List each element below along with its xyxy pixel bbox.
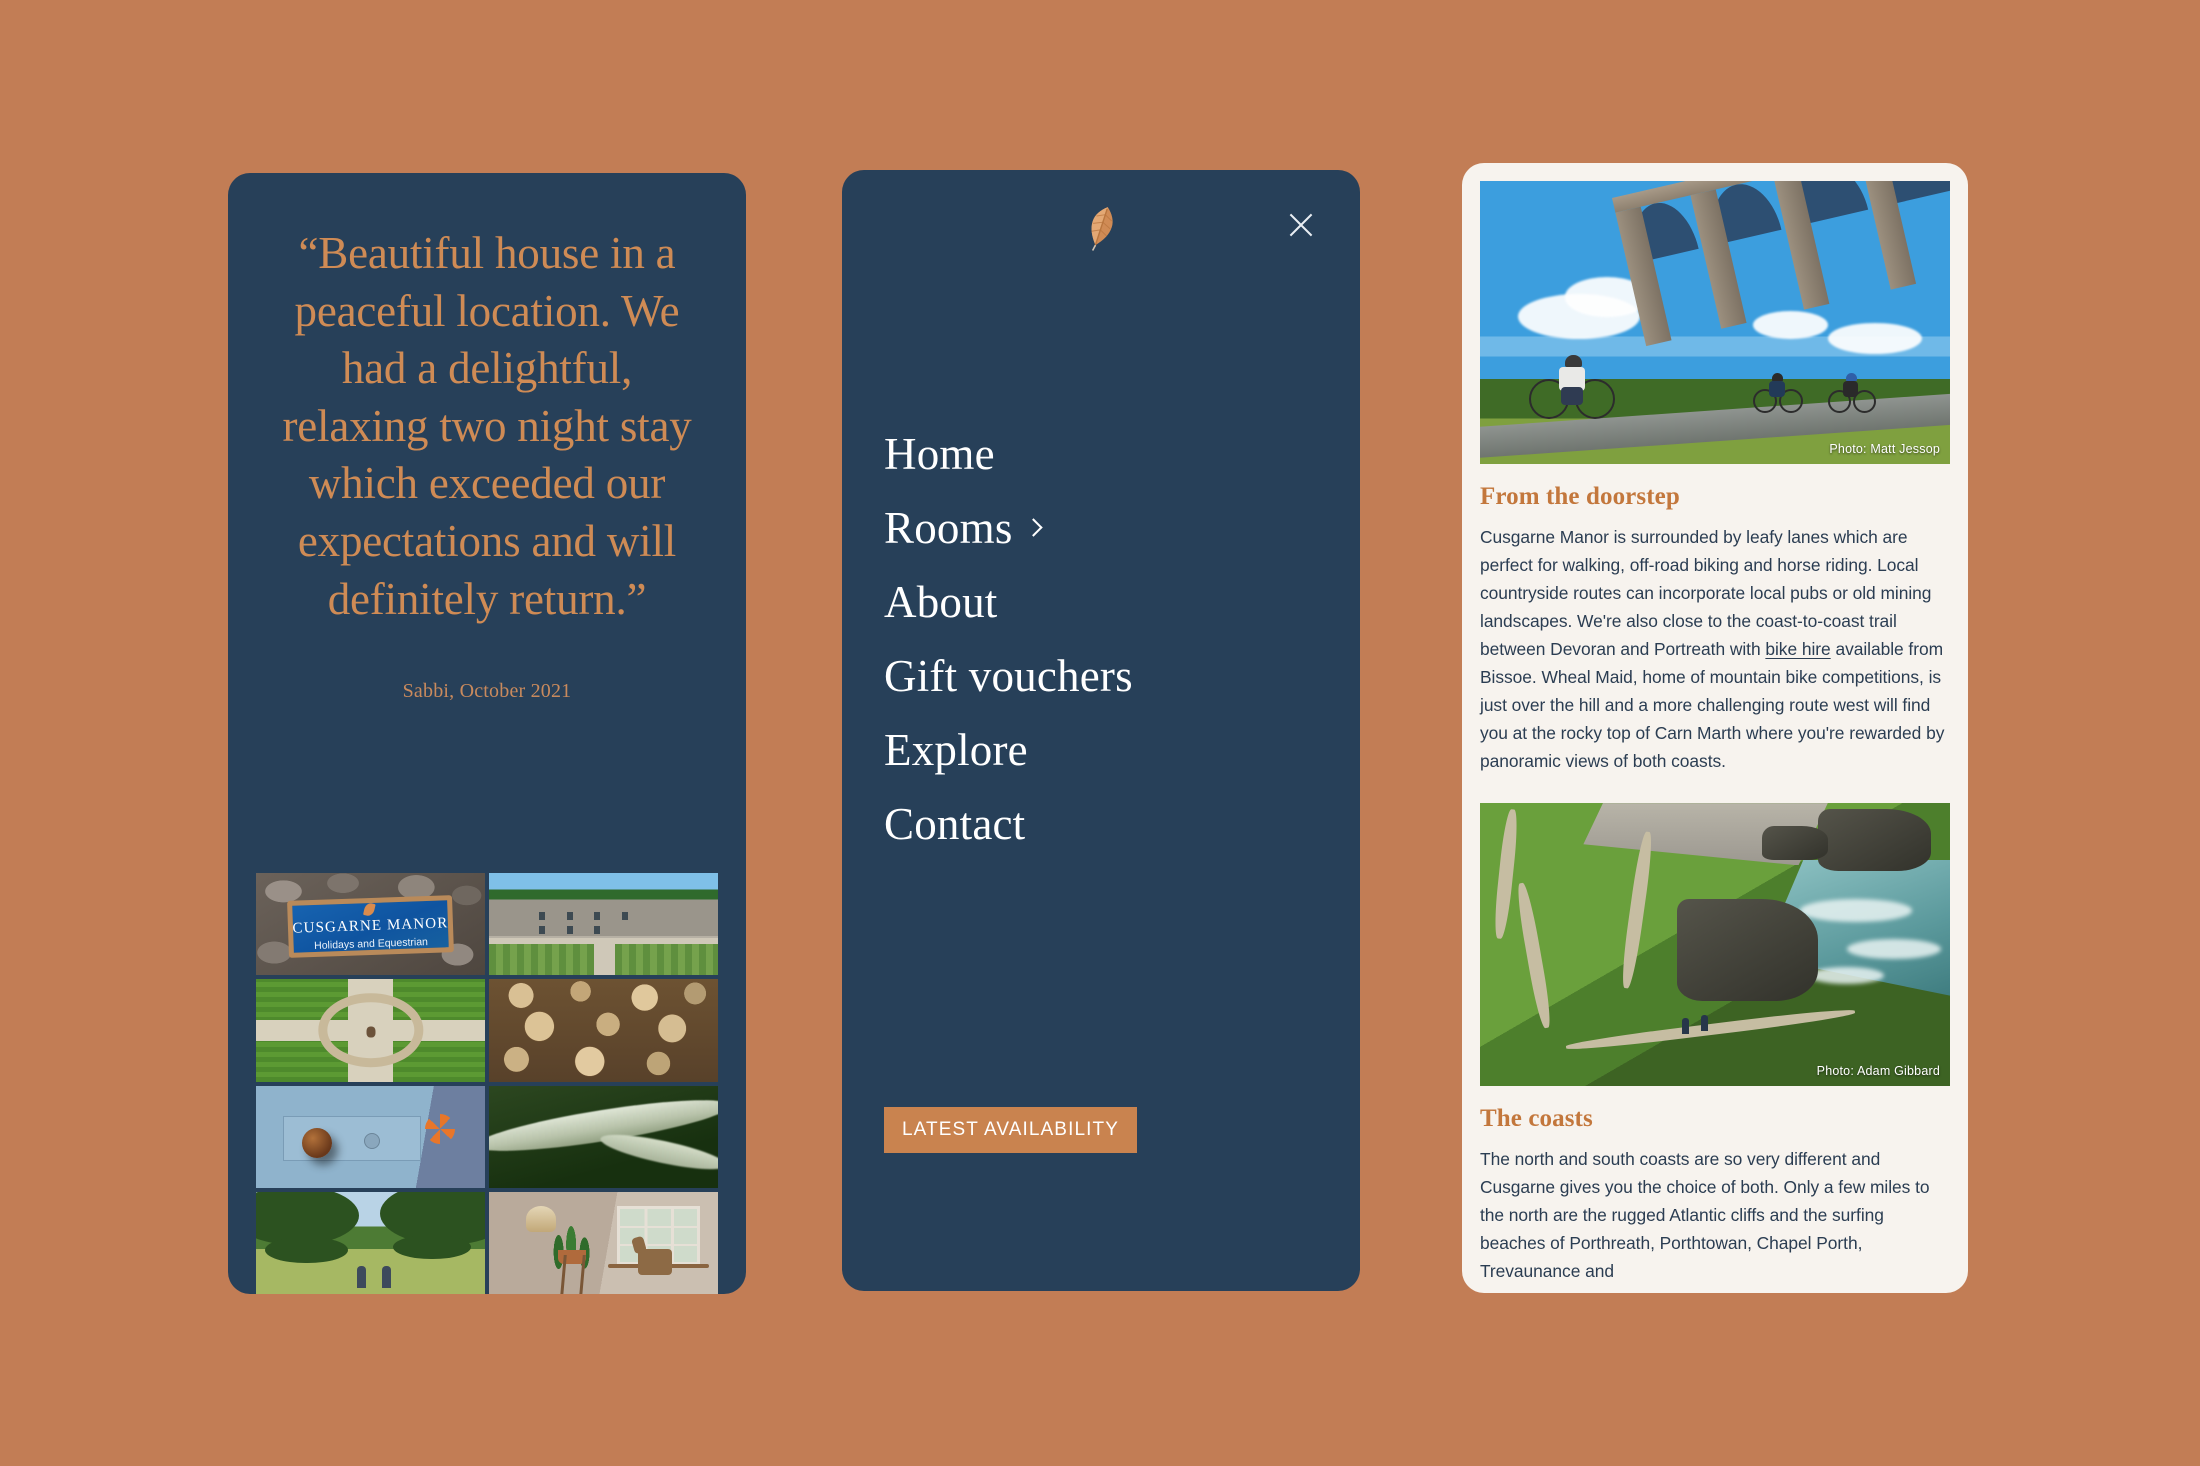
manor-sign-subtitle: Holidays and Equestrian bbox=[314, 935, 429, 952]
photo-coast-path[interactable]: Photo: Adam Gibbard bbox=[1480, 803, 1950, 1087]
cyclist-back bbox=[1827, 369, 1876, 414]
section-title-the-coasts: The coasts bbox=[1480, 1105, 1593, 1133]
collage-photo-lichen-branch[interactable] bbox=[489, 1085, 718, 1188]
flower-sticker-icon bbox=[425, 1114, 456, 1145]
collage-photo-manor-house[interactable] bbox=[489, 873, 718, 976]
menu-item-about[interactable]: About bbox=[884, 580, 1360, 625]
manor-sign-board: CUSGARNE MANOR Holidays and Equestrian bbox=[287, 894, 454, 958]
photo-credit: Photo: Adam Gibbard bbox=[1816, 1064, 1940, 1079]
horse-sculpture bbox=[638, 1249, 673, 1275]
testimonial-quote: “Beautiful house in a peaceful location.… bbox=[282, 228, 692, 624]
collage-photo-interior-window[interactable] bbox=[489, 1191, 718, 1294]
photo-viaduct-cyclists[interactable]: Photo: Matt Jessop bbox=[1480, 181, 1950, 464]
explore-content-panel[interactable]: Photo: Matt Jessop From the doorstep Cus… bbox=[1462, 163, 1968, 1293]
menu-item-label: About bbox=[884, 577, 998, 627]
section-body-the-coasts: The north and south coasts are so very d… bbox=[1480, 1149, 1930, 1282]
testimonial-attribution: Sabbi, October 2021 bbox=[402, 680, 572, 703]
close-icon[interactable] bbox=[1284, 208, 1318, 242]
oak-leaf-logo-icon[interactable] bbox=[1080, 202, 1122, 259]
menu-item-rooms[interactable]: Rooms bbox=[884, 506, 1360, 551]
collage-photo-aerial-path[interactable] bbox=[256, 979, 485, 1082]
photo-credit: Photo: Matt Jessop bbox=[1829, 442, 1940, 456]
menu-header bbox=[842, 170, 1360, 280]
hiker-figure bbox=[1682, 1018, 1690, 1035]
menu-list: Home Rooms About Gift vouchers Explore C… bbox=[842, 432, 1360, 847]
bike-hire-link[interactable]: bike hire bbox=[1765, 639, 1830, 659]
collage-photo-manor-sign[interactable]: CUSGARNE MANOR Holidays and Equestrian bbox=[256, 873, 485, 976]
cyclist-middle bbox=[1752, 369, 1803, 414]
navigation-menu-panel: Home Rooms About Gift vouchers Explore C… bbox=[842, 170, 1360, 1291]
collage-photo-meadow-walkers[interactable] bbox=[256, 1191, 485, 1294]
quote-block: “Beautiful house in a peaceful location.… bbox=[228, 173, 746, 703]
manor-sign-title: CUSGARNE MANOR bbox=[292, 915, 449, 937]
section-title-from-the-doorstep: From the doorstep bbox=[1480, 483, 1680, 510]
latest-availability-button[interactable]: LATEST AVAILABILITY bbox=[884, 1107, 1137, 1153]
menu-item-contact[interactable]: Contact bbox=[884, 802, 1360, 847]
menu-item-label: Explore bbox=[884, 725, 1028, 775]
menu-item-label: Rooms bbox=[884, 503, 1013, 553]
menu-item-label: Gift vouchers bbox=[884, 651, 1133, 701]
collage-photo-log-pile[interactable] bbox=[489, 979, 718, 1082]
section-body-from-the-doorstep: Cusgarne Manor is surrounded by leafy la… bbox=[1480, 523, 1950, 775]
explore-scroll-area[interactable]: Photo: Matt Jessop From the doorstep Cus… bbox=[1462, 163, 1968, 1285]
cyclist-foreground bbox=[1527, 345, 1617, 419]
testimonial-panel: “Beautiful house in a peaceful location.… bbox=[228, 173, 746, 1294]
collage-photo-blue-door[interactable] bbox=[256, 1085, 485, 1188]
menu-item-gift-vouchers[interactable]: Gift vouchers bbox=[884, 654, 1360, 699]
photo-collage: CUSGARNE MANOR Holidays and Equestrian bbox=[256, 873, 718, 1294]
menu-item-home[interactable]: Home bbox=[884, 432, 1360, 477]
oak-leaf-icon bbox=[363, 901, 377, 917]
menu-item-explore[interactable]: Explore bbox=[884, 728, 1360, 773]
menu-item-label: Home bbox=[884, 429, 995, 479]
chevron-right-icon[interactable] bbox=[1023, 517, 1043, 537]
hiker-figure bbox=[1700, 1015, 1708, 1032]
screenshot-stage: “Beautiful house in a peaceful location.… bbox=[0, 0, 2200, 1466]
menu-item-label: Contact bbox=[884, 799, 1026, 849]
